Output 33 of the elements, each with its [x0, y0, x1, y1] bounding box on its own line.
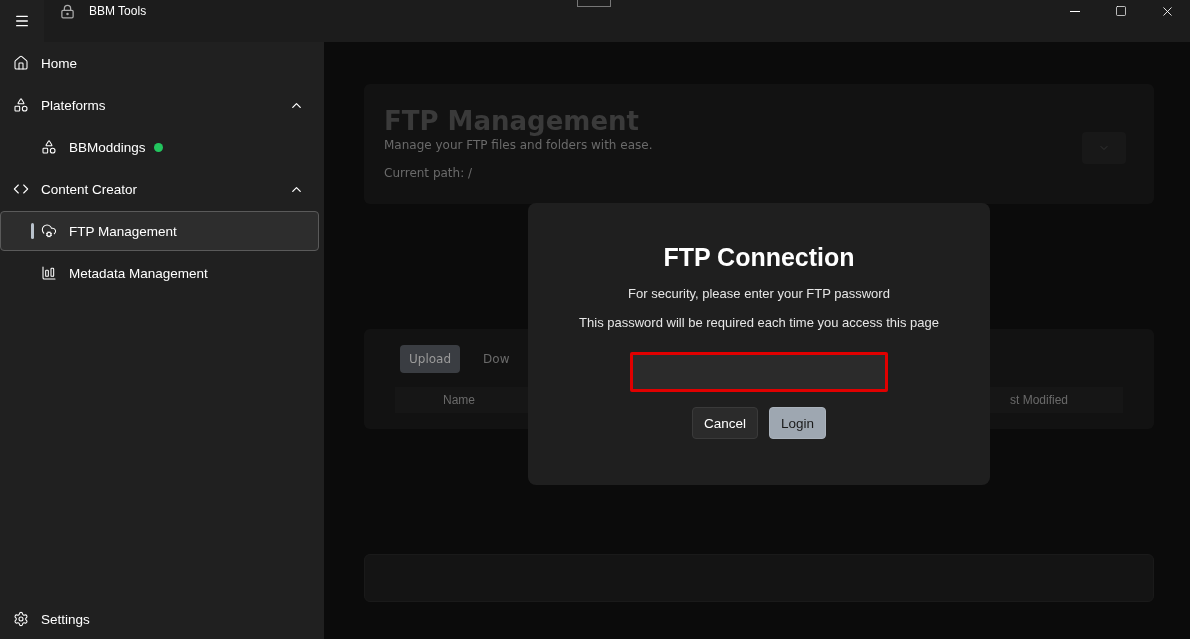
menu-icon[interactable]: [14, 13, 30, 29]
page-subtitle: Manage your FTP files and folders with ease.: [384, 138, 653, 152]
column-header: st Modified: [1009, 393, 1068, 407]
maximize-icon: [1115, 5, 1127, 17]
shapes-icon: [41, 139, 57, 155]
sidebar-item[interactable]: FTP Management: [0, 211, 319, 251]
column-header: Name: [443, 393, 475, 407]
cloud-icon: [41, 223, 57, 239]
tab[interactable]: Upload: [400, 345, 461, 373]
bar-chart-icon: [41, 265, 57, 281]
cancel-button[interactable]: Cancel: [691, 407, 758, 439]
password-field[interactable]: [630, 352, 888, 392]
sidebar-item[interactable]: Metadata Management: [0, 253, 319, 293]
lock-icon: [60, 3, 75, 19]
sidebar-item[interactable]: Plateforms: [0, 85, 319, 125]
sidebar-item[interactable]: Content Creator: [0, 169, 319, 209]
code-icon: [13, 181, 29, 197]
selection-indicator: [31, 223, 34, 239]
dialog-message: This password will be required each time you access this page: [579, 315, 939, 330]
dialog-message: For security, please enter your FTP password: [628, 286, 890, 301]
settings-icon: [13, 611, 29, 627]
dialog-title: FTP Connection: [663, 243, 855, 272]
minimize-icon: [1070, 10, 1080, 12]
current-path: Current path: /: [384, 166, 474, 180]
home-icon: [13, 55, 29, 71]
shapes-icon: [13, 97, 29, 113]
sidebar-item[interactable]: Home: [0, 43, 319, 83]
window-title: BBM Tools: [89, 4, 147, 18]
drag-handle-icon[interactable]: [577, 0, 611, 7]
settings-item[interactable]: Settings: [0, 599, 319, 639]
tab[interactable]: Dow: [474, 345, 519, 373]
login-button[interactable]: Login: [769, 407, 827, 439]
sidebar-item[interactable]: BBModdings: [0, 127, 319, 167]
